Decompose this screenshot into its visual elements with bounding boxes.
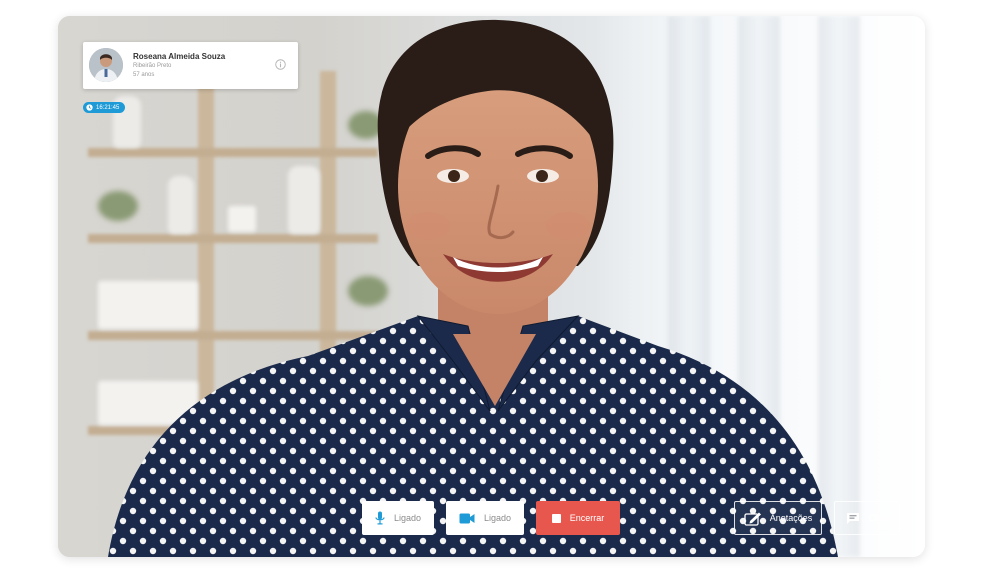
info-icon[interactable] [275,59,286,70]
chat-label: Chat [868,513,888,523]
video-call-window: Roseana Almeida Souza Ribeirão Preto 57 … [58,16,925,557]
notes-icon [744,512,761,526]
end-call-button[interactable]: Encerrar [536,501,620,535]
video-camera-icon [459,513,475,523]
patient-card: Roseana Almeida Souza Ribeirão Preto 57 … [83,42,298,89]
chat-button[interactable]: Chat [834,501,900,535]
chat-icon [847,512,860,524]
camera-label: Ligado [483,513,512,523]
timer-value: 16:21:45 [96,104,120,111]
patient-city: Ribeirão Preto [133,63,172,69]
clock-icon [86,104,93,111]
video-feed [58,16,925,557]
call-timer: 16:21:45 [83,102,126,113]
camera-toggle-button[interactable]: Ligado [446,501,524,535]
stop-icon [551,513,561,523]
patient-age: 57 anos [133,72,155,78]
caller-portrait [108,19,838,557]
notes-label: Anotações [769,513,813,523]
end-call-label: Encerrar [569,513,605,523]
microphone-label: Ligado [393,513,422,523]
patient-name: Roseana Almeida Souza [133,52,226,61]
avatar [89,48,123,82]
microphone-icon [375,511,385,525]
microphone-toggle-button[interactable]: Ligado [362,501,434,535]
notes-button[interactable]: Anotações [734,501,822,535]
